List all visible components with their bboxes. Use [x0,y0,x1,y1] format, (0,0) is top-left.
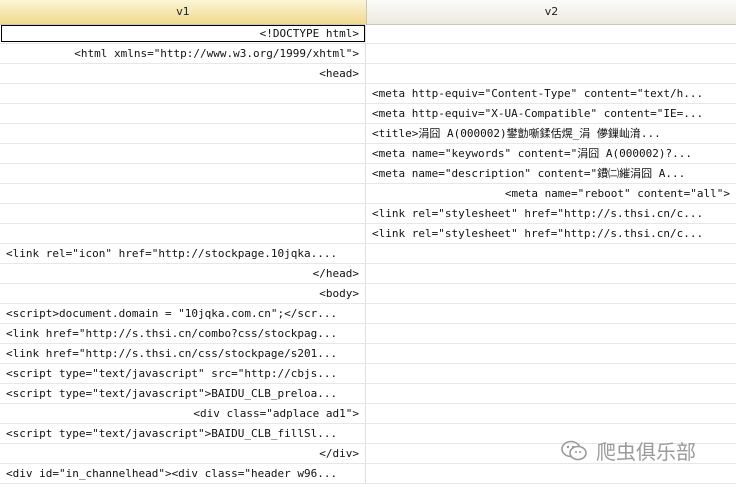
cell-v1[interactable] [0,224,366,243]
table-row[interactable]: <link rel="stylesheet" href="http://s.th… [0,224,736,244]
table-row[interactable]: <script type="text/javascript">BAIDU_CLB… [0,384,736,404]
cell-v2[interactable] [366,364,736,383]
table-row[interactable]: <meta name="description" content="鐨㈡繀涓囧 … [0,164,736,184]
cell-v2[interactable] [366,344,736,363]
table-row[interactable]: <!DOCTYPE html> [0,24,736,44]
table-row[interactable]: <script type="text/javascript" src="http… [0,364,736,384]
table-row[interactable]: <div id="in_channelhead"><div class="hea… [0,464,736,484]
diff-grid: v1 v2 <!DOCTYPE html> <html xmlns="http:… [0,0,736,487]
cell-v2[interactable] [366,44,736,63]
column-header-v2[interactable]: v2 [367,0,736,24]
cell-v1[interactable] [0,184,366,203]
cell-v1[interactable]: </div> [0,444,366,463]
cell-v1[interactable]: <div class="adplace ad1"> [0,404,366,423]
cell-v1[interactable]: <body> [0,284,366,303]
cell-v2[interactable]: <title>涓囧 A(000002)鐢勯噺鍒佸熀_涓 儚鏁屾湇... [366,124,736,143]
table-row[interactable]: <html xmlns="http://www.w3.org/1999/xhtm… [0,44,736,64]
cell-v1[interactable] [0,104,366,123]
cell-v1[interactable] [0,84,366,103]
cell-v1[interactable] [0,204,366,223]
cell-v2[interactable] [366,264,736,283]
table-row[interactable]: <link rel="stylesheet" href="http://s.th… [0,204,736,224]
rows-container: <!DOCTYPE html> <html xmlns="http://www.… [0,24,736,484]
table-row[interactable]: </head> [0,264,736,284]
cell-v1[interactable]: <script type="text/javascript">BAIDU_CLB… [0,384,366,403]
cell-v1[interactable]: <link rel="icon" href="http://stockpage.… [0,244,366,263]
cell-v1[interactable] [0,144,366,163]
cell-v1[interactable]: <!DOCTYPE html> [0,24,366,43]
cell-v2[interactable]: <link rel="stylesheet" href="http://s.th… [366,224,736,243]
cell-v2[interactable] [366,304,736,323]
watermark-text: 爬虫俱乐部 [596,440,696,464]
cell-v1[interactable] [0,124,366,143]
cell-v2[interactable]: <meta http-equiv="X-UA-Compatible" conte… [366,104,736,123]
cell-v2[interactable]: <meta name="keywords" content="涓囧 A(0000… [366,144,736,163]
cell-v1[interactable]: <div id="in_channelhead"><div class="hea… [0,464,366,483]
cell-v1[interactable]: <html xmlns="http://www.w3.org/1999/xhtm… [0,44,366,63]
cell-v2[interactable] [366,404,736,423]
table-row[interactable]: <meta http-equiv="Content-Type" content=… [0,84,736,104]
cell-v1[interactable]: <script type="text/javascript" src="http… [0,364,366,383]
table-row[interactable]: <title>涓囧 A(000002)鐢勯噺鍒佸熀_涓 儚鏁屾湇... [0,124,736,144]
cell-v1[interactable]: <script>document.domain = "10jqka.com.cn… [0,304,366,323]
table-row[interactable]: <link href="http://s.thsi.cn/css/stockpa… [0,344,736,364]
cell-v1[interactable] [0,164,366,183]
table-row[interactable]: <meta http-equiv="X-UA-Compatible" conte… [0,104,736,124]
column-header: v1 v2 [0,0,736,25]
table-row[interactable]: <meta name="reboot" content="all"> [0,184,736,204]
cell-v2[interactable] [366,324,736,343]
table-row[interactable]: <meta name="keywords" content="涓囧 A(0000… [0,144,736,164]
cell-v1[interactable]: </head> [0,264,366,283]
watermark: 爬虫俱乐部 [560,436,696,465]
table-row[interactable]: <link rel="icon" href="http://stockpage.… [0,244,736,264]
table-row[interactable]: <head> [0,64,736,84]
cell-v2[interactable]: <link rel="stylesheet" href="http://s.th… [366,204,736,223]
table-row[interactable]: <body> [0,284,736,304]
cell-v2[interactable] [366,24,736,43]
cell-v2[interactable] [366,464,736,483]
cell-v1[interactable]: <link href="http://s.thsi.cn/combo?css/s… [0,324,366,343]
cell-v2[interactable] [366,284,736,303]
cell-v2[interactable] [366,384,736,403]
wechat-icon [561,440,587,460]
cell-v2[interactable]: <meta name="reboot" content="all"> [366,184,736,203]
cell-v2[interactable] [366,244,736,263]
cell-v2[interactable]: <meta http-equiv="Content-Type" content=… [366,84,736,103]
column-header-v1[interactable]: v1 [0,0,367,24]
cell-v1[interactable]: <link href="http://s.thsi.cn/css/stockpa… [0,344,366,363]
table-row[interactable]: <script>document.domain = "10jqka.com.cn… [0,304,736,324]
cell-v1[interactable]: <script type="text/javascript">BAIDU_CLB… [0,424,366,443]
table-row[interactable]: <div class="adplace ad1"> [0,404,736,424]
cell-v2[interactable]: <meta name="description" content="鐨㈡繀涓囧 … [366,164,736,183]
cell-v1[interactable]: <head> [0,64,366,83]
cell-v2[interactable] [366,64,736,83]
table-row[interactable]: <link href="http://s.thsi.cn/combo?css/s… [0,324,736,344]
